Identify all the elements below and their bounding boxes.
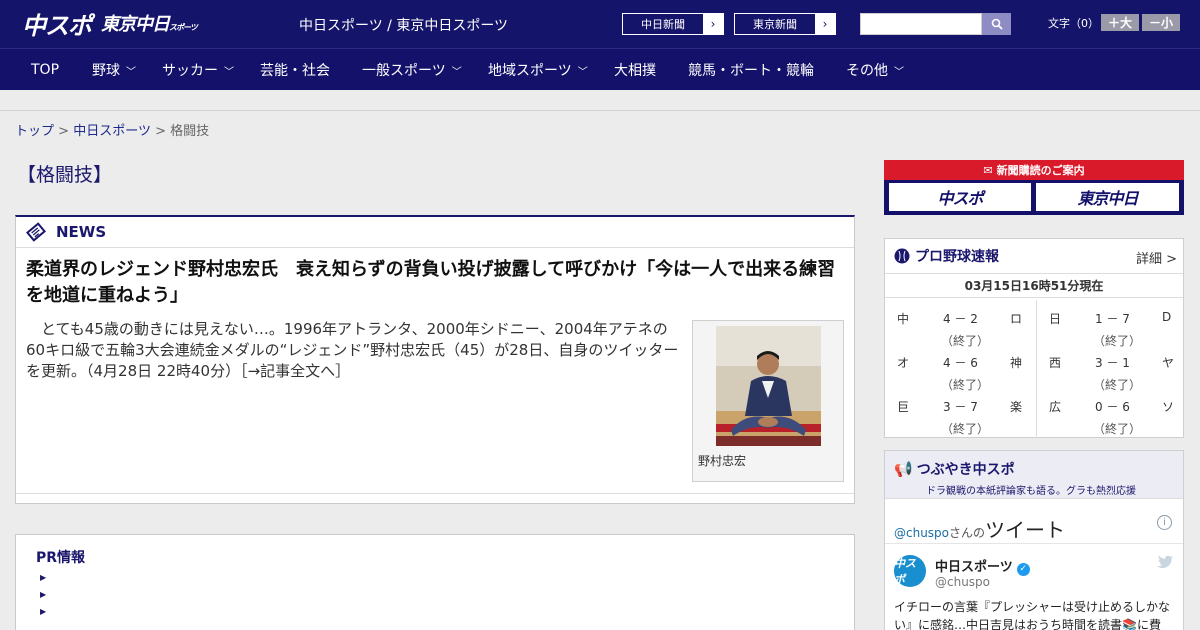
breadcrumb-home[interactable]: トップ <box>15 124 54 139</box>
baseball-detail-link[interactable]: 詳細 > <box>1136 248 1177 267</box>
nav-item-top[interactable]: TOP <box>31 49 59 91</box>
tweets-subtitle: ドラ観戦の本紙評論家も語る。グラも熱烈応援 <box>926 486 1136 497</box>
logo-tokyo-chunichi[interactable]: 東京中日スポーツ <box>101 10 198 36</box>
breadcrumb-current: 格闘技 <box>170 124 210 139</box>
subscribe-tokyo-chunichi-button[interactable]: 東京中日 <box>1036 183 1179 211</box>
chevron-right-icon: › <box>703 14 723 34</box>
tweets-user-heading: @chuspoさんのツイート <box>894 518 1066 542</box>
nav-item-racing[interactable]: 競馬・ボート・競輪 <box>688 49 814 91</box>
megaphone-icon: 📢 <box>894 460 913 478</box>
page-title: 【格闘技】 <box>17 164 113 186</box>
pr-title: PR情報 <box>36 550 86 566</box>
tweets-title: つぶやき中スポ <box>916 462 1015 478</box>
baseball-icon <box>894 248 910 264</box>
pr-box: PR情報 ▶ ▶ ▶ <box>15 534 855 630</box>
newspaper-icon: ✉ <box>983 163 993 177</box>
font-size-label: 文字（0） <box>1048 17 1099 30</box>
tweets-user-link[interactable]: @chuspo <box>894 526 949 540</box>
baseball-timestamp: 03月15日16時51分現在 <box>885 274 1183 298</box>
tokyo-shimbun-button[interactable]: 東京新聞 › <box>734 13 836 35</box>
subscription-banner[interactable]: ✉ 新聞購読のご案内 中スポ 東京中日 <box>884 160 1184 215</box>
main-nav: TOP 野球 ﹀ サッカー ﹀ 芸能・社会 一般スポーツ ﹀ 地域スポーツ ﹀ 大相撲 … <box>0 48 1200 90</box>
chevron-right-icon: › <box>815 14 835 34</box>
chevron-down-icon: ﹀ <box>224 66 234 78</box>
search-input[interactable] <box>860 13 982 35</box>
baseball-scores: プロ野球速報 詳細 > 03月15日16時51分現在 中4 － 2 ロ（終了） オ… <box>884 238 1184 438</box>
chunichi-shimbun-button[interactable]: 中日新聞 › <box>622 13 724 35</box>
breadcrumb: トップ > 中日スポーツ > 格闘技 <box>15 124 210 139</box>
chevron-down-icon: ﹀ <box>126 66 136 78</box>
info-icon[interactable]: i <box>1157 515 1172 530</box>
news-label: NEWS <box>56 223 107 241</box>
tweets-widget: 📢 つぶやき中スポ ドラ観戦の本紙評論家も語る。グラも熱烈応援 @chuspoさ… <box>884 450 1184 630</box>
nav-item-local-sports[interactable]: 地域スポーツ ﹀ <box>488 49 588 91</box>
tweets-header: 📢 つぶやき中スポ ドラ観戦の本紙評論家も語る。グラも熱烈応援 <box>885 451 1183 499</box>
logo-chuspo[interactable]: 中スポ <box>22 6 92 41</box>
tweet-text[interactable]: イチローの言葉『プレッシャーは受け止めるしかない』に感銘…中日吉見はおうち時間を… <box>894 598 1176 630</box>
article-photo[interactable] <box>716 326 821 446</box>
nav-item-baseball[interactable]: 野球 ﹀ <box>92 49 136 91</box>
chevron-down-icon: ﹀ <box>451 66 462 78</box>
news-footer-divider <box>16 493 854 494</box>
search-icon <box>991 18 1003 30</box>
nav-item-sumo[interactable]: 大相撲 <box>614 49 656 91</box>
font-increase-button[interactable]: ＋大 <box>1101 14 1139 31</box>
tweet-author-handle[interactable]: @chuspo <box>935 575 990 589</box>
nav-item-entertainment[interactable]: 芸能・社会 <box>260 49 330 91</box>
baseball-title: プロ野球速報 <box>915 249 999 265</box>
pr-bullet-icon: ▶ <box>40 590 47 599</box>
nav-item-soccer[interactable]: サッカー ﹀ <box>162 49 234 91</box>
news-header: NEWS <box>16 217 854 248</box>
verified-badge-icon: ✓ <box>1016 562 1030 576</box>
article-headline[interactable]: 柔道界のレジェンド野村忠宏氏 衰え知らずの背負い投げ披露して呼びかけ「今は一人で… <box>26 257 846 309</box>
sub-bar <box>0 90 1200 111</box>
baseball-games-right: 日1 － 7 D （終了） 西3 － 1 ヤ（終了） 広0 － 6 ソ（終了） <box>1036 300 1186 438</box>
font-decrease-button[interactable]: －小 <box>1142 14 1180 31</box>
article-photo-card[interactable]: 野村忠宏 <box>692 320 844 482</box>
avatar[interactable]: 中スポ <box>894 555 926 587</box>
site-logo[interactable]: 中スポ 東京中日スポーツ <box>22 6 198 41</box>
newspaper-icon <box>26 222 46 242</box>
baseball-games-left: 中4 － 2 ロ（終了） オ4 － 6 神（終了） 巨3 － 7 楽（終了） <box>897 312 1023 436</box>
twitter-bird-icon[interactable] <box>1157 555 1173 569</box>
breadcrumb-section[interactable]: 中日スポーツ <box>73 124 151 139</box>
news-box: NEWS 柔道界のレジェンド野村忠宏氏 衰え知らずの背負い投げ披露して呼びかけ「… <box>15 215 855 504</box>
chevron-down-icon: ﹀ <box>894 66 904 78</box>
tweets-divider <box>885 543 1183 544</box>
subscription-title: ✉ 新聞購読のご案内 <box>884 160 1184 180</box>
tweet-author-name[interactable]: 中日スポーツ ✓ <box>935 556 1030 576</box>
top-header: 中スポ 東京中日スポーツ 中日スポーツ / 東京中日スポーツ 中日新聞 › 東京… <box>0 0 1200 48</box>
chevron-down-icon: ﹀ <box>577 66 588 78</box>
search-button[interactable] <box>982 13 1011 35</box>
subscribe-chuspo-button[interactable]: 中スポ <box>889 183 1031 211</box>
pr-bullet-icon: ▶ <box>40 607 47 616</box>
nav-item-other[interactable]: その他 ﹀ <box>846 49 904 91</box>
site-links[interactable]: 中日スポーツ / 東京中日スポーツ <box>299 15 508 35</box>
article-lead[interactable]: とても45歳の動きには見えない…。1996年アトランタ、2000年シドニー、20… <box>26 319 682 382</box>
photo-caption: 野村忠宏 <box>698 454 747 468</box>
pr-bullet-icon: ▶ <box>40 573 47 582</box>
nav-item-general-sports[interactable]: 一般スポーツ ﹀ <box>362 49 462 91</box>
